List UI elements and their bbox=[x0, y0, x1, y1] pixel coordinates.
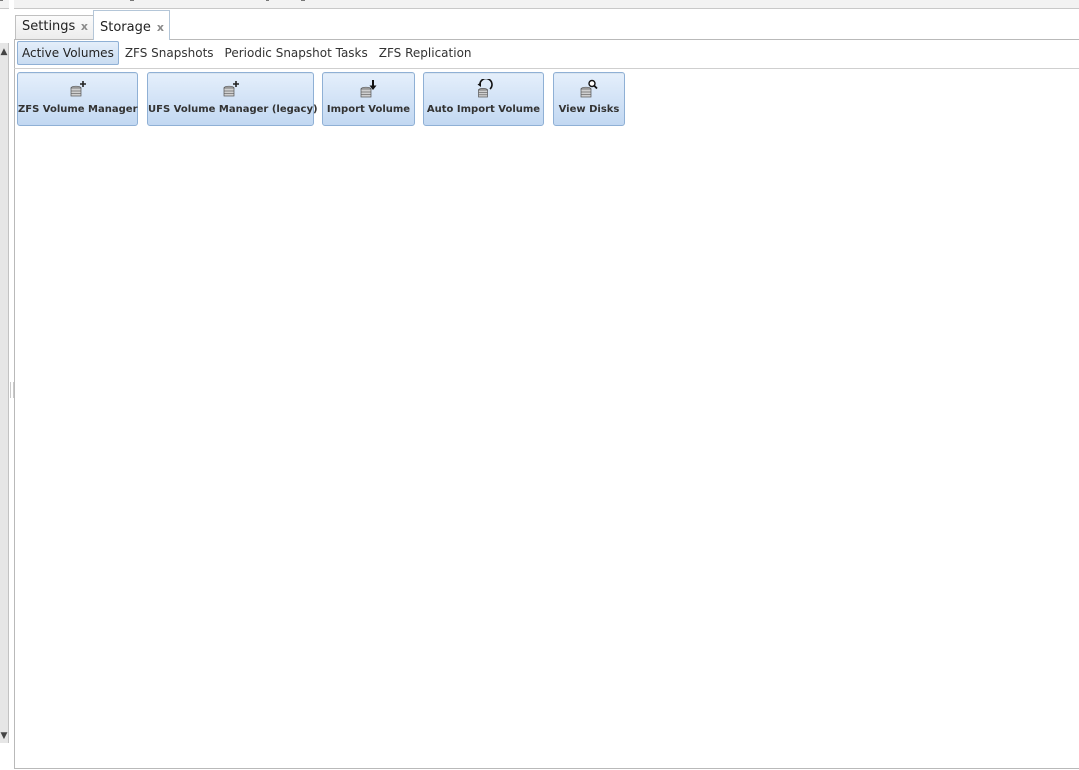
left-pane-scrollbar[interactable]: ▲ ▼ bbox=[0, 43, 9, 743]
subtab-zfs-snapshots[interactable]: ZFS Snapshots bbox=[120, 41, 219, 65]
disk-add-icon bbox=[223, 81, 239, 97]
tab-close-icon[interactable]: x bbox=[81, 16, 88, 38]
disk-search-icon bbox=[580, 79, 598, 98]
button-label: UFS Volume Manager (legacy) bbox=[148, 104, 318, 115]
button-label: ZFS Volume Manager bbox=[18, 104, 138, 115]
window-top-strip bbox=[0, 0, 1079, 9]
tab-storage[interactable]: Storage x bbox=[93, 10, 170, 40]
scroll-up-icon[interactable]: ▲ bbox=[0, 47, 8, 57]
ufs-volume-manager-button[interactable]: UFS Volume Manager (legacy) bbox=[147, 72, 318, 126]
view-disks-button[interactable]: View Disks bbox=[553, 72, 625, 126]
subtab-zfs-replication[interactable]: ZFS Replication bbox=[374, 41, 477, 65]
disk-auto-import-icon bbox=[477, 79, 493, 98]
zfs-volume-manager-button[interactable]: ZFS Volume Manager bbox=[17, 72, 138, 126]
subtab-periodic-snapshot-tasks[interactable]: Periodic Snapshot Tasks bbox=[220, 41, 373, 65]
scroll-down-icon[interactable]: ▼ bbox=[0, 731, 8, 741]
auto-import-volume-button[interactable]: Auto Import Volume bbox=[423, 72, 544, 126]
button-label: Import Volume bbox=[326, 104, 411, 115]
tab-settings[interactable]: Settings x bbox=[15, 15, 94, 39]
tab-label: Settings bbox=[22, 19, 76, 34]
disk-import-icon bbox=[360, 80, 376, 98]
subtab-active-volumes[interactable]: Active Volumes bbox=[17, 41, 119, 65]
button-label: View Disks bbox=[558, 104, 620, 115]
tab-label: Storage bbox=[100, 20, 151, 35]
import-volume-button[interactable]: Import Volume bbox=[322, 72, 415, 126]
tab-close-icon[interactable]: x bbox=[157, 11, 164, 45]
storage-subtabs: Active Volumes ZFS Snapshots Periodic Sn… bbox=[17, 41, 478, 65]
button-label: Auto Import Volume bbox=[426, 104, 541, 115]
tab-bar: Settings x Storage x bbox=[14, 9, 1079, 40]
subtab-divider bbox=[14, 68, 1079, 69]
disk-add-icon bbox=[70, 81, 86, 97]
storage-content-panel bbox=[14, 39, 1079, 769]
